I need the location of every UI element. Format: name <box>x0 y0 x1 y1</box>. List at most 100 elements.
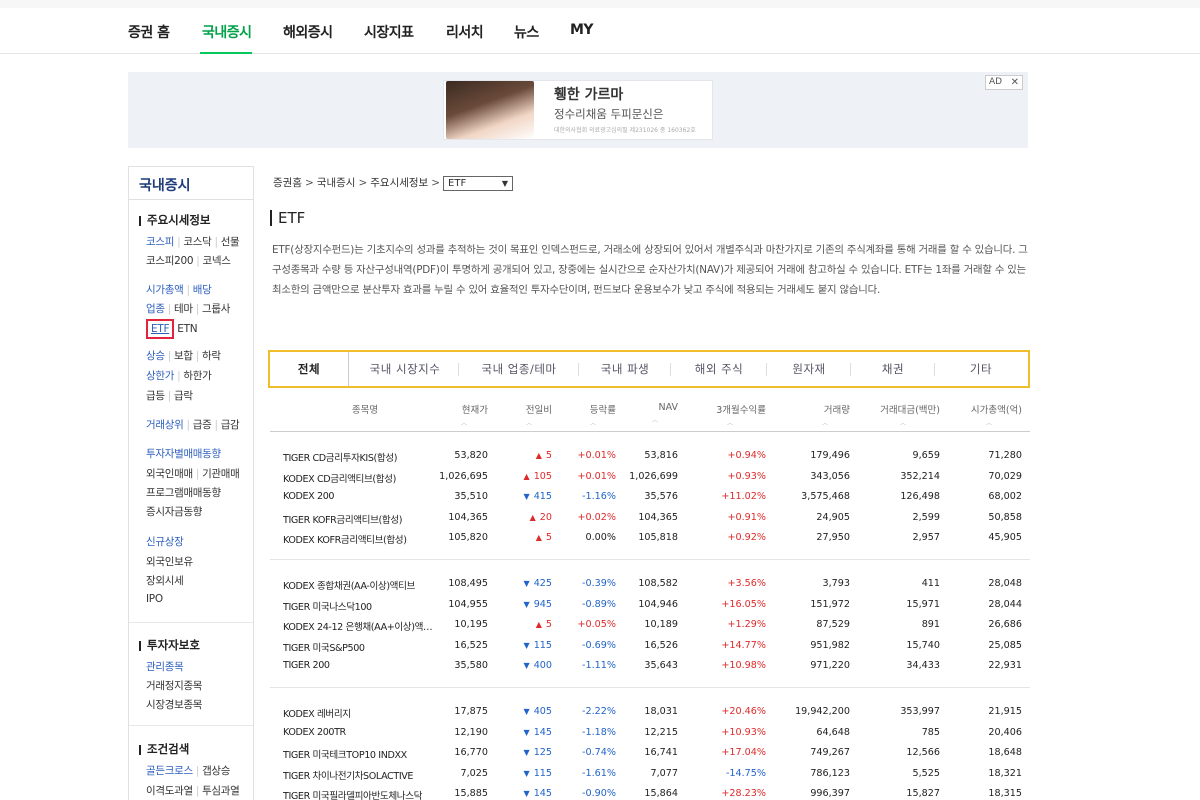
sidebar-item-etf[interactable]: ETF <box>146 319 175 339</box>
table-row[interactable]: TIGER 미국필라델피아반도체나스닥 15,885 ▼ 145 -0.90% 15,86… <box>270 784 1030 800</box>
sidebar-item-top-volume[interactable]: 거래상위 <box>146 419 184 431</box>
close-icon[interactable]: ✕ <box>1011 76 1019 89</box>
ad-photo <box>446 81 534 139</box>
sidebar-item-kospi200[interactable]: 코스피200 <box>146 255 194 267</box>
sidebar-item-konex[interactable]: 코넥스 <box>202 255 230 267</box>
sidebar-title[interactable]: 국내증시 <box>139 175 191 195</box>
col-3m-return[interactable]: 3개월수익률 ︿ <box>694 402 766 427</box>
table-row[interactable]: KODEX 200TR 12,190 ▼ 145 -1.18% 12,215 +10.93%… <box>270 723 1030 743</box>
breadcrumb-stock-home[interactable]: 증권홈 <box>273 177 302 189</box>
sidebar-item-sector[interactable]: 업종 <box>146 303 165 315</box>
sidebar-item-volume-spike[interactable]: 급증 <box>193 419 212 431</box>
sidebar-item-fall[interactable]: 하락 <box>202 350 221 362</box>
sidebar-item-theme[interactable]: 테마 <box>174 303 193 315</box>
sidebar-item-lower-limit[interactable]: 하한가 <box>183 370 211 382</box>
tab-bonds[interactable]: 채권 <box>852 352 934 386</box>
sidebar-item-surge[interactable]: 급등 <box>146 390 165 402</box>
sidebar-divider <box>129 622 253 623</box>
col-nav[interactable]: NAV ︿ <box>632 402 678 424</box>
tab-all[interactable]: 전체 <box>270 352 348 386</box>
nav-stock-home[interactable]: 증권 홈 <box>128 22 170 42</box>
table-row[interactable]: KODEX CD금리액티브(합성) 1,026,695 ▲ 105 +0.01% 1,02… <box>270 467 1030 487</box>
volume-value: 786,123 <box>810 767 850 779</box>
sidebar-item-flat[interactable]: 보합 <box>174 350 193 362</box>
sidebar-item-new-listing[interactable]: 신규상장 <box>146 534 184 549</box>
table-row[interactable]: TIGER 미국나스닥100 104,955 ▼ 945 -0.89% 104,946 +1… <box>270 595 1030 615</box>
tab-commodities[interactable]: 원자재 <box>768 352 850 386</box>
sidebar-item-investor-trading[interactable]: 투자자별매매동향 <box>146 446 221 461</box>
sidebar-item-foreign-trading[interactable]: 외국인매매 <box>146 468 193 480</box>
nav-value: 105,818 <box>638 532 678 544</box>
sidebar-item-golden-cross[interactable]: 골든크로스 <box>146 765 193 777</box>
sidebar-item-market-funds[interactable]: 증시자금동향 <box>146 504 202 519</box>
nav-overseas-market[interactable]: 해외증시 <box>283 22 333 42</box>
table-row[interactable]: TIGER KOFR금리액티브(합성) 104,365 ▲ 20 +0.02% 104,3… <box>270 508 1030 528</box>
tab-domestic-index[interactable]: 국내 시장지수 <box>350 352 460 386</box>
sidebar-item-kospi[interactable]: 코스피 <box>146 236 174 248</box>
sidebar-item-suspended-stocks[interactable]: 거래정지종목 <box>146 678 202 693</box>
table-row[interactable]: KODEX KOFR금리액티브(합성) 105,820 ▲ 5 0.00% 105,818… <box>270 528 1030 548</box>
ad-fine-print: 대한의사협회 의료광고심의필 제231026 중 160362호 <box>554 127 696 134</box>
sidebar-item-otc-quotes[interactable]: 장외시세 <box>146 573 184 588</box>
tab-other[interactable]: 기타 <box>936 352 1026 386</box>
sidebar-item-ipo[interactable]: IPO <box>146 593 163 605</box>
volume-value: 87,529 <box>816 619 850 631</box>
table-row[interactable]: TIGER 미국S&P500 16,525 ▼ 115 -0.69% 16,526 +14.… <box>270 636 1030 656</box>
sidebar-item-gap-up[interactable]: 갭상승 <box>202 765 230 777</box>
sidebar-item-market-alert[interactable]: 시장경보종목 <box>146 697 202 712</box>
col-market-cap[interactable]: 시가총액(억) ︿ <box>956 402 1022 427</box>
table-row[interactable]: KODEX 200 35,510 ▼ 415 -1.16% 35,576 +11.02% 3,… <box>270 487 1030 507</box>
sidebar-item-sentiment-overheat[interactable]: 투심과열 <box>202 785 240 797</box>
ad-banner[interactable]: 휑한 가르마 정수리채움 두피문신은 대한의사협회 의료광고심의필 제23102… <box>128 72 1028 148</box>
nav-my[interactable]: MY <box>570 22 594 38</box>
volume-value: 343,056 <box>810 470 850 482</box>
sidebar-item-futures[interactable]: 선물 <box>221 236 240 248</box>
sidebar-item-kosdaq[interactable]: 코스닥 <box>183 236 211 248</box>
breadcrumb-category-select[interactable]: ETF ▼ <box>443 175 514 191</box>
main-content: 증권홈 > 국내증시 > 주요시세정보 > ETF ▼ ETF ETF(상장지수펀드)는 기초… <box>268 166 1030 800</box>
col-name[interactable]: 종목명 <box>330 402 400 416</box>
sidebar-item-plunge[interactable]: 급락 <box>174 390 193 402</box>
volume-value: 24,905 <box>816 511 850 523</box>
table-row[interactable]: TIGER 차이나전기차SOLACTIVE 7,025 ▼ 115 -1.61% 7,07… <box>270 764 1030 784</box>
sidebar-item-market-cap[interactable]: 시가총액 <box>146 284 184 296</box>
table-row[interactable]: KODEX 24-12 은행채(AA+이상)액티브 10,195 ▲ 5 +0.05% 1… <box>270 615 1030 635</box>
sidebar-item-rise[interactable]: 상승 <box>146 350 165 362</box>
col-volume[interactable]: 거래량 ︿ <box>800 402 850 427</box>
ad-badge[interactable]: AD ✕ <box>985 75 1023 90</box>
sidebar-item-dividend[interactable]: 배당 <box>193 284 212 296</box>
sidebar-item-foreign-holdings[interactable]: 외국인보유 <box>146 554 193 569</box>
table-row[interactable]: TIGER 미국테크TOP10 INDXX 16,770 ▼ 125 -0.74% 16,… <box>270 743 1030 763</box>
sidebar-item-upper-limit[interactable]: 상한가 <box>146 370 174 382</box>
nav-research[interactable]: 리서치 <box>446 22 484 42</box>
col-change[interactable]: 전일비 ︿ <box>506 402 552 427</box>
sidebar-item-institution-trading[interactable]: 기관매매 <box>202 468 240 480</box>
breadcrumb-major-quotes[interactable]: 주요시세정보 <box>370 177 428 189</box>
table-row[interactable]: KODEX 레버리지 17,875 ▼ 405 -2.22% 18,031 +20.46% 1… <box>270 702 1030 722</box>
breadcrumb-domestic-market[interactable]: 국내증시 <box>317 177 356 189</box>
sidebar-title-divider <box>129 199 253 200</box>
table-row[interactable]: TIGER CD금리투자KIS(합성) 53,820 ▲ 5 +0.01% 53,816 +… <box>270 446 1030 466</box>
table-row[interactable]: KODEX 종합채권(AA-이상)액티브 108,495 ▼ 425 -0.39% 108… <box>270 574 1030 594</box>
tab-overseas-stocks[interactable]: 해외 주식 <box>672 352 766 386</box>
col-price[interactable]: 현재가 ︿ <box>440 402 488 427</box>
sidebar-item-managed-stocks[interactable]: 관리종목 <box>146 659 184 674</box>
sidebar-item-volume-drop[interactable]: 급감 <box>221 419 240 431</box>
mcap-value: 25,085 <box>988 639 1022 651</box>
nav-market-indicators[interactable]: 시장지표 <box>364 22 414 42</box>
nav-value: 104,365 <box>638 511 678 523</box>
col-rate[interactable]: 등락률 ︿ <box>570 402 616 427</box>
table-row[interactable]: TIGER 200 35,580 ▼ 400 -1.11% 35,643 +10.98% 97… <box>270 656 1030 676</box>
sidebar-item-disparity-overheat[interactable]: 이격도과열 <box>146 785 193 797</box>
sidebar-item-etn[interactable]: ETN <box>177 323 197 335</box>
col-amount[interactable]: 거래대금(백만) ︿ <box>866 402 940 427</box>
tab-domestic-derivatives[interactable]: 국내 파생 <box>580 352 670 386</box>
nav-news[interactable]: 뉴스 <box>514 22 539 42</box>
nav-domestic-market[interactable]: 국내증시 <box>202 22 252 42</box>
nav-value: 16,741 <box>644 747 678 759</box>
sidebar-item-program-trading[interactable]: 프로그램매매동향 <box>146 485 221 500</box>
mcap-value: 18,648 <box>988 747 1022 759</box>
nav-value: 10,189 <box>644 619 678 631</box>
tab-domestic-sector-theme[interactable]: 국내 업종/테마 <box>460 352 578 386</box>
sidebar-item-group[interactable]: 그룹사 <box>202 303 230 315</box>
